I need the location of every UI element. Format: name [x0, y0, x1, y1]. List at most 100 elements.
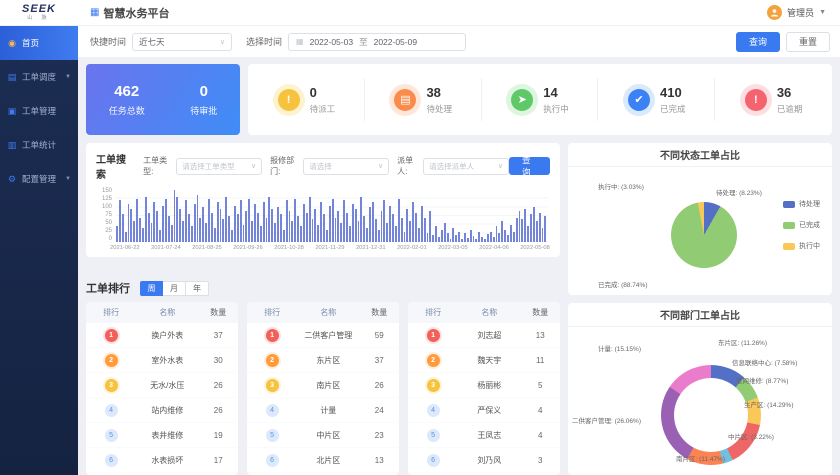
status-pie-chart: 待处理已完成执行中 待处理: (8.23%)已完成: (88.74%)执行中: … — [568, 167, 832, 295]
stat-label: 待派工 — [310, 103, 336, 115]
dept-donut-chart: 东片区: (11.26%)信息联络中心: (7.58%)管网维修: (8.77%… — [568, 327, 832, 475]
order-type-select[interactable]: 请选择工单类型 ∨ — [176, 158, 262, 175]
quick-time-value: 近七天 — [139, 36, 165, 48]
sidebar-item-0[interactable]: ◉首页 — [0, 26, 78, 60]
stat-已完成: ✔410已完成 — [598, 64, 715, 135]
bar — [438, 237, 440, 242]
medal-icon: 2 — [427, 354, 440, 367]
bar — [202, 207, 204, 242]
bar — [355, 209, 357, 242]
date-range-picker[interactable]: ▦ 2022-05-03 至 2022-05-09 — [288, 33, 466, 51]
bar — [415, 213, 417, 242]
bar — [260, 226, 262, 242]
qty-cell: 37 — [198, 331, 238, 340]
bar — [222, 219, 224, 242]
bar — [530, 214, 532, 242]
bar — [303, 204, 305, 242]
legend-item[interactable]: 已完成 — [783, 220, 820, 230]
bar — [504, 230, 506, 242]
qty-cell: 11 — [520, 356, 560, 365]
legend-item[interactable]: 待处理 — [783, 199, 820, 209]
rank-cell: 1 — [86, 329, 136, 342]
x-tick-label: 2022-04-06 — [479, 245, 509, 251]
bar — [208, 199, 210, 242]
bar — [432, 235, 434, 242]
search-button[interactable]: 查询 — [736, 32, 780, 52]
sidebar-item-4[interactable]: ⚙配置管理▼ — [0, 162, 78, 196]
bar — [234, 206, 236, 242]
legend-label: 执行中 — [799, 241, 820, 251]
bar — [542, 228, 544, 242]
bar — [128, 204, 130, 242]
x-tick-label: 2022-03-05 — [438, 245, 468, 251]
table-row: 6北片区13 — [247, 448, 399, 473]
brand-logo: SEEK 山 脉 — [0, 4, 78, 21]
legend-item[interactable]: 执行中 — [783, 241, 820, 251]
bar — [349, 226, 351, 242]
brand-logo-text: SEEK — [0, 4, 78, 15]
bar — [358, 221, 360, 242]
reset-button[interactable]: 重置 — [786, 32, 830, 52]
task-total: 462 任务总数 — [109, 83, 145, 117]
sidebar-item-1[interactable]: ▤工单调度▼ — [0, 60, 78, 94]
sidebar-item-3[interactable]: ▥工单统计 — [0, 128, 78, 162]
user-menu[interactable]: 管理员 ▼ — [767, 5, 826, 20]
tab-月[interactable]: 月 — [163, 281, 186, 296]
bar — [159, 230, 161, 242]
x-tick-label: 2022-02-01 — [397, 245, 427, 251]
bar — [323, 214, 325, 242]
pending-approval-label: 待审批 — [190, 104, 217, 117]
bar — [332, 199, 334, 242]
qty-cell: 26 — [198, 406, 238, 415]
bar — [381, 211, 383, 242]
stat-text: 0待派工 — [310, 85, 336, 115]
qty-cell: 19 — [198, 431, 238, 440]
quick-time-select[interactable]: 近七天 ∨ — [132, 33, 232, 51]
work-search-button[interactable]: 查询 — [509, 157, 550, 175]
bar — [199, 218, 201, 242]
tab-年[interactable]: 年 — [186, 281, 209, 296]
stat-label: 已逾期 — [777, 103, 803, 115]
bar — [395, 226, 397, 242]
bar — [294, 199, 296, 242]
bar — [496, 226, 498, 242]
bar — [136, 199, 138, 242]
avatar[interactable] — [767, 5, 782, 20]
table-row: 6水表损坏17 — [86, 448, 238, 473]
legend-swatch — [783, 243, 795, 250]
medal-icon: 3 — [427, 379, 440, 392]
bar — [487, 234, 489, 242]
ranking-table-2: 排行名称数量1刘志超132魏天宇113杨丽彬54严保义45王凤志46刘乃风37许… — [408, 302, 560, 475]
name-cell: 表井维修 — [136, 430, 198, 441]
bar — [254, 204, 256, 242]
pie-slice-label: 中片区: (3.22%) — [728, 431, 774, 441]
tab-周[interactable]: 周 — [140, 281, 163, 296]
legend-swatch — [783, 222, 795, 229]
name-cell: 无水/水压 — [136, 380, 198, 391]
bar — [214, 228, 216, 242]
sidebar-item-2[interactable]: ▣工单管理 — [0, 94, 78, 128]
status-pie — [671, 202, 737, 268]
rank-badge: 4 — [105, 404, 118, 417]
pending-approval-value: 0 — [190, 83, 217, 100]
bar — [527, 226, 529, 242]
bar — [363, 216, 365, 242]
table-row: 1刘志超13 — [408, 323, 560, 348]
pie-slice-label: 执行中: (3.03%) — [598, 181, 644, 191]
rank-badge: 6 — [427, 454, 440, 467]
bar — [346, 213, 348, 242]
bar — [450, 239, 452, 242]
dispatcher-select[interactable]: 请选择派单人 ∨ — [423, 158, 509, 175]
bar-chart-plot — [116, 190, 548, 242]
bar — [168, 216, 170, 242]
table-header: 排行名称数量 — [408, 302, 560, 323]
qty-cell: 26 — [198, 381, 238, 390]
rank-badge: 6 — [266, 454, 279, 467]
chevron-down-icon: ∨ — [220, 38, 225, 46]
x-tick-label: 2021-11-29 — [315, 245, 344, 251]
bar — [220, 209, 222, 242]
stat-待派工: !0待派工 — [248, 64, 365, 135]
repair-dept-select[interactable]: 请选择 ∨ — [303, 158, 389, 175]
table-row: 2魏天宇11 — [408, 348, 560, 373]
name-cell: 东片区 — [297, 355, 359, 366]
